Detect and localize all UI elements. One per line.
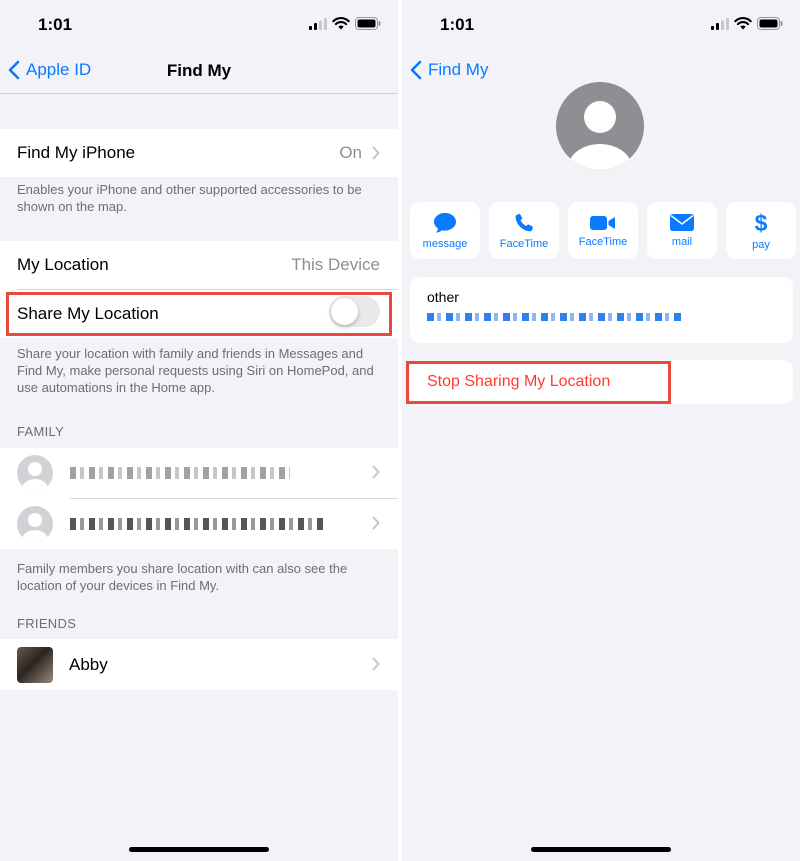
avatar [17,506,53,542]
chevron-left-icon [410,60,422,80]
action-label: pay [752,238,770,251]
battery-icon [355,17,381,30]
contact-info-card[interactable]: other [410,277,793,343]
stop-sharing-button[interactable]: Stop Sharing My Location [427,373,610,391]
redacted-name [70,518,325,530]
find-my-iphone-label: Find My iPhone [17,143,136,162]
friends-group: Abby [0,639,398,690]
person-icon [568,101,632,170]
status-bar: 1:01 [402,0,800,48]
family-group [0,448,398,549]
page-title: Find My [166,61,232,80]
video-icon [590,215,615,230]
redacted-name [70,467,290,479]
friends-section-header: FRIENDS [17,616,77,631]
family-section-header: FAMILY [17,424,65,439]
battery-icon [757,17,783,30]
action-label: FaceTime [578,235,628,248]
message-button[interactable]: message [410,202,480,259]
phone-icon [515,213,533,231]
chevron-right-icon [372,465,380,479]
share-my-location-toggle[interactable] [329,296,380,327]
facetime-video-button[interactable]: FaceTime [568,202,638,259]
avatar [17,455,53,491]
chevron-right-icon [372,516,380,530]
redacted-contact-value [427,313,683,321]
share-my-location-label: Share My Location [17,304,159,323]
home-indicator [129,847,269,852]
toggle-knob [331,298,358,325]
mail-button[interactable]: mail [647,202,717,259]
find-my-iphone-footer: Enables your iPhone and other supported … [17,182,362,214]
family-member-row[interactable] [0,448,398,498]
friend-row-abby[interactable]: Abby [0,639,398,690]
home-indicator [531,847,671,852]
back-button-find-my[interactable]: Find My [410,60,488,80]
contact-info-label: other [427,289,459,305]
status-bar: 1:01 [0,0,398,48]
my-location-value: This Device [291,255,380,274]
my-location-row[interactable]: My Location This Device [0,241,398,289]
family-member-row[interactable] [0,499,398,549]
my-location-label: My Location [17,255,109,274]
contact-detail-screen: 1:01 Find My message FaceTime FaceTime m… [402,0,800,861]
back-label: Find My [428,60,489,79]
action-label: FaceTime [499,237,549,250]
chevron-right-icon [372,657,380,671]
cellular-signal-icon [309,18,327,30]
status-time: 1:01 [38,15,73,34]
wifi-icon [332,17,350,30]
person-icon [22,462,48,491]
facetime-audio-button[interactable]: FaceTime [489,202,559,259]
status-time: 1:01 [440,15,475,34]
wifi-icon [734,17,752,30]
contact-actions: message FaceTime FaceTime mail $ pay [410,202,796,259]
find-my-settings-screen: 1:01 Apple ID Find My Find My iPhone On [0,0,398,861]
pay-button[interactable]: $ pay [726,202,796,259]
find-my-iphone-value: On [339,143,362,162]
share-location-footer: Share your location with family and frie… [17,346,374,395]
action-label: message [422,237,468,250]
avatar [17,646,53,683]
family-footer: Family members you share location with c… [17,561,348,593]
share-my-location-row: Share My Location [0,290,398,338]
mail-icon [670,214,694,231]
navigation-bar: Apple ID Find My [0,48,398,94]
dollar-icon: $ [755,211,768,235]
friend-name: Abby [69,654,108,674]
location-group: My Location This Device Share My Locatio… [0,241,398,338]
action-label: mail [671,236,693,248]
person-icon [22,513,48,542]
svg-text:$: $ [755,211,768,235]
chevron-right-icon [372,146,380,160]
find-my-iphone-group: Find My iPhone On [0,129,398,177]
find-my-iphone-row[interactable]: Find My iPhone On [0,129,398,177]
stop-sharing-card: Stop Sharing My Location [410,360,793,404]
contact-avatar [556,82,644,170]
cellular-signal-icon [711,18,729,30]
message-icon [434,212,456,233]
